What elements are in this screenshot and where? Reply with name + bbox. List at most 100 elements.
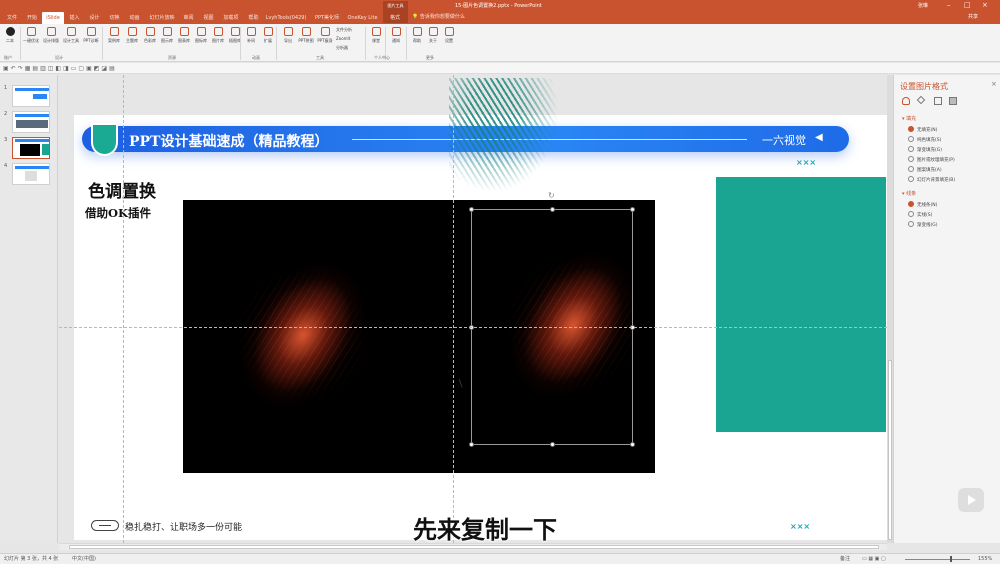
resize-handle[interactable] xyxy=(469,207,474,212)
fill-option-picture[interactable]: 图片或纹理填充(P) xyxy=(908,156,955,163)
tab-help[interactable]: 帮助 xyxy=(245,13,262,24)
play-icon xyxy=(371,27,381,36)
ribbon-button-export[interactable]: 导出 xyxy=(278,27,298,44)
ribbon-button-account[interactable]: 二本 xyxy=(0,27,20,44)
ribbon-button-notify[interactable]: 通知 xyxy=(386,27,406,44)
notes-button[interactable]: 备注 xyxy=(840,554,850,564)
size-icon[interactable] xyxy=(934,97,942,105)
teal-streak-image[interactable] xyxy=(449,78,559,193)
close-icon[interactable]: × xyxy=(991,80,997,88)
banner-title: PPT设计基础速成（精品教程） xyxy=(129,134,329,150)
horizontal-scrollbar[interactable] xyxy=(59,543,887,550)
diagram-icon xyxy=(162,27,172,36)
ribbon-button-classroom[interactable]: 课堂 xyxy=(366,27,386,44)
fill-option-background[interactable]: 幻灯片背景填充(B) xyxy=(908,176,955,183)
tab-insert[interactable]: 插入 xyxy=(66,13,83,24)
resize-handle[interactable] xyxy=(630,207,635,212)
zoomit-item[interactable]: ZoomIt xyxy=(336,36,350,41)
resize-handle[interactable] xyxy=(550,442,555,447)
slide-thumbnail-1[interactable] xyxy=(12,85,50,107)
tab-design[interactable]: 设计 xyxy=(86,13,103,24)
user-name[interactable]: 张琳 xyxy=(918,2,928,9)
slide-counter: 幻灯片 第 3 张，共 4 张 xyxy=(4,556,59,562)
tab-addins[interactable]: 加载项 xyxy=(220,13,242,24)
about-icon xyxy=(428,27,438,36)
picture-icon[interactable] xyxy=(949,97,957,105)
minimize-icon[interactable]: – xyxy=(947,1,951,9)
analyzer-item[interactable]: 分析器 xyxy=(336,45,348,51)
fill-option-solid[interactable]: 纯色填充(S) xyxy=(908,136,941,143)
slide-canvas[interactable]: PPT设计基础速成（精品教程） 一六视觉 ◀ ××× 色调置换 借助OK插件 ↻ xyxy=(59,75,889,543)
line-option-gradient[interactable]: 渐变线(G) xyxy=(908,221,938,228)
ribbon-button-puzzle[interactable]: PPT拼图 xyxy=(296,27,316,44)
tab-review[interactable]: 审阅 xyxy=(180,13,197,24)
ribbon: 二本 一键优化 设计排版 设计工具 PPT诊断 案例库 主题库 色彩库 图示库 … xyxy=(0,24,1000,62)
tab-lvyhtools[interactable]: LvyhTools(0429) xyxy=(264,13,308,24)
fill-option-gradient[interactable]: 渐变填充(G) xyxy=(908,146,942,153)
effects-icon[interactable] xyxy=(916,95,926,105)
tab-slideshow[interactable]: 幻灯片放映 xyxy=(146,13,178,24)
tab-home[interactable]: 开始 xyxy=(23,13,41,24)
resize-handle[interactable] xyxy=(630,442,635,447)
ribbon-button-settings[interactable]: 设置 xyxy=(439,27,459,44)
ribbon-button-layout[interactable]: 设计排版 xyxy=(41,27,61,44)
language-indicator[interactable]: 中文(中国) xyxy=(72,554,96,564)
resize-handle[interactable] xyxy=(550,207,555,212)
cross-marks-bottom: ××× xyxy=(790,522,811,531)
tell-me-search[interactable]: 💡 告诉我你想要做什么 xyxy=(412,13,465,20)
slide-thumbnail-4[interactable] xyxy=(12,163,50,185)
tab-animations[interactable]: 动画 xyxy=(126,13,143,24)
file-analysis-item[interactable]: 文件分析 xyxy=(336,27,352,33)
play-icon[interactable] xyxy=(958,488,984,512)
scrollbar-thumb[interactable] xyxy=(888,360,892,540)
format-tools-icon[interactable]: ▦▤▥◫◧◨▭▢▣◩◪▤ xyxy=(25,65,117,72)
rotate-handle-icon[interactable]: ↻ xyxy=(548,191,555,200)
fill-section-header[interactable]: ▾ 填充 xyxy=(902,115,916,122)
bell-icon xyxy=(391,27,401,36)
slide-subheading[interactable]: 借助OK插件 xyxy=(85,205,151,221)
fill-line-icon[interactable] xyxy=(902,97,910,105)
ribbon-button-themes[interactable]: 主题库 xyxy=(122,27,142,44)
tab-file[interactable]: 文件 xyxy=(2,13,22,24)
save-icon[interactable]: ▣ xyxy=(3,65,11,72)
palette-icon xyxy=(145,27,155,36)
view-buttons[interactable]: ▭ ▦ ▣ ▢ xyxy=(862,554,886,564)
tab-ppt-beautify[interactable]: PPT美化师 xyxy=(312,13,342,24)
line-option-solid[interactable]: 实线(S) xyxy=(908,211,932,218)
zoom-level[interactable]: 155% xyxy=(978,554,992,564)
video-subtitle: 先来复制一下 xyxy=(413,516,557,544)
line-section-header[interactable]: ▾ 线条 xyxy=(902,190,916,197)
fill-option-pattern[interactable]: 图案填充(A) xyxy=(908,166,942,173)
slide-thumbnail-3[interactable] xyxy=(12,137,50,159)
tab-format[interactable]: 格式 xyxy=(385,13,405,24)
resize-handle[interactable] xyxy=(469,442,474,447)
tab-view[interactable]: 视图 xyxy=(200,13,217,24)
line-option-none[interactable]: 无线条(N) xyxy=(908,201,937,208)
slide-thumbnail-2[interactable] xyxy=(12,111,50,133)
ribbon-button-diagnose[interactable]: PPT诊断 xyxy=(81,27,101,44)
slide-heading[interactable]: 色调置换 xyxy=(88,177,156,202)
ribbon-button-design-tools[interactable]: 设计工具 xyxy=(61,27,81,44)
ribbon-button-cases[interactable]: 案例库 xyxy=(104,27,124,44)
status-bar: 幻灯片 第 3 张，共 4 张 中文(中国) 备注 ▭ ▦ ▣ ▢ 155% xyxy=(0,553,1000,564)
maximize-icon[interactable]: □ xyxy=(964,1,971,9)
guide-vertical xyxy=(453,75,454,543)
redo-icon[interactable]: ↷ xyxy=(18,65,25,72)
ribbon-button-slim[interactable]: PPT瘦身 xyxy=(315,27,335,44)
undo-icon[interactable]: ↶ xyxy=(11,65,18,72)
tab-islide[interactable]: iSlide xyxy=(42,12,64,24)
ribbon-button-one-click[interactable]: 一键优化 xyxy=(21,27,41,44)
fill-option-none[interactable]: 无填充(N) xyxy=(908,126,937,133)
guide-vertical xyxy=(123,75,124,543)
tab-transitions[interactable]: 切换 xyxy=(106,13,123,24)
close-icon[interactable]: × xyxy=(982,1,988,9)
teal-rectangle[interactable] xyxy=(716,177,886,432)
share-button[interactable]: 共享 xyxy=(968,13,978,20)
ribbon-button-extend[interactable]: 扩展 xyxy=(258,27,278,44)
zoom-slider-knob[interactable] xyxy=(950,556,952,562)
zoom-slider[interactable] xyxy=(905,559,970,560)
slide-thumbnails: 1 2 3 4 xyxy=(0,75,58,543)
scrollbar-thumb[interactable] xyxy=(69,545,879,549)
tab-onekey[interactable]: OneKey Lite xyxy=(345,13,380,24)
gear-icon xyxy=(444,27,454,36)
